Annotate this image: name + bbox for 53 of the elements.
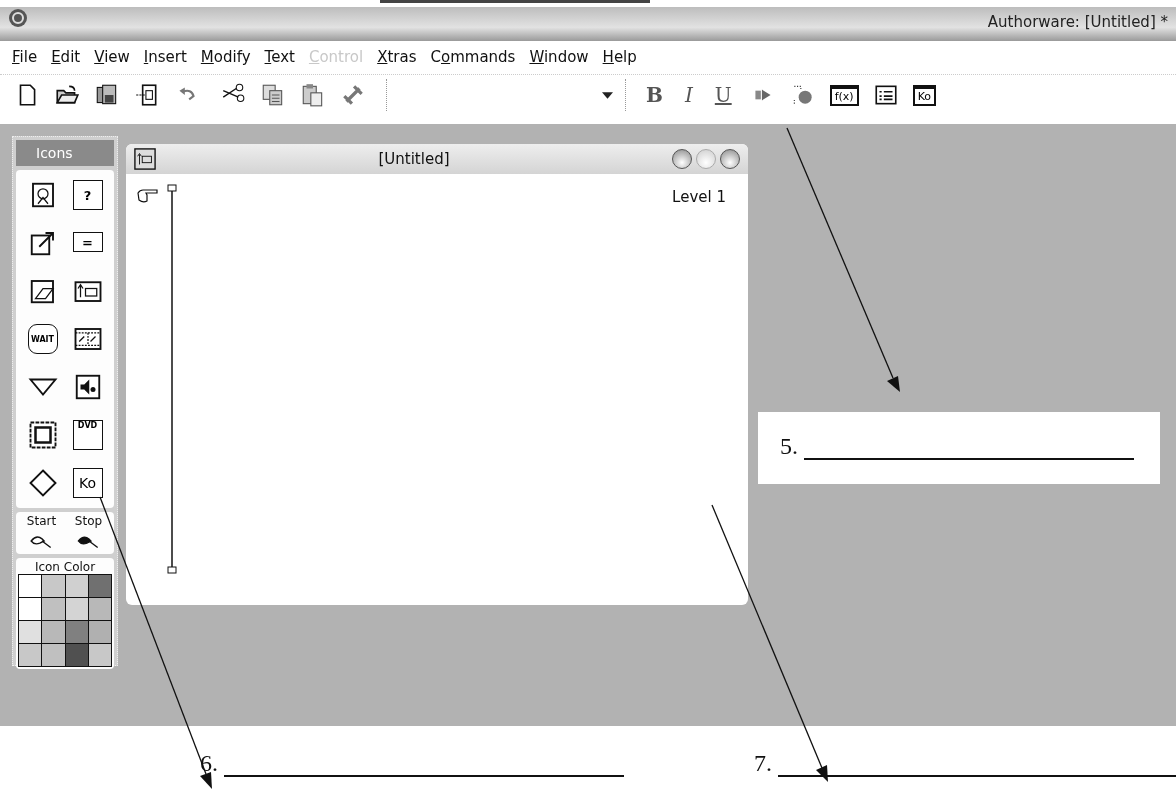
palette-title: Icons (16, 140, 114, 166)
menu-item[interactable]: Insert (143, 48, 187, 74)
menu-item[interactable]: View (94, 48, 130, 74)
color-swatch[interactable] (42, 621, 65, 643)
color-swatch[interactable] (19, 644, 42, 666)
window-button[interactable] (720, 149, 740, 169)
window-button[interactable] (672, 149, 692, 169)
underline-button[interactable]: U (710, 83, 736, 107)
menu-item[interactable]: File (12, 48, 38, 74)
app-logo-icon (8, 8, 28, 28)
color-swatch[interactable] (42, 598, 65, 620)
color-swatch[interactable] (65, 575, 88, 597)
color-swatch[interactable] (88, 598, 111, 620)
menu-item[interactable]: Window (529, 48, 589, 74)
hand-pointer-icon (136, 188, 160, 204)
question-number: 7. (754, 750, 772, 777)
color-swatch[interactable] (19, 598, 42, 620)
color-swatch[interactable] (88, 644, 111, 666)
menu-item[interactable]: Modify (200, 48, 251, 74)
color-swatch[interactable] (88, 575, 111, 597)
color-swatch[interactable] (19, 575, 42, 597)
icon-color-label: Icon Color (33, 560, 97, 574)
italic-button[interactable]: I (680, 83, 697, 107)
menu-item[interactable]: Commands (430, 48, 516, 74)
window-title: Authorware: [Untitled] * (987, 13, 1168, 31)
color-swatch[interactable] (19, 621, 42, 643)
calculation-icon[interactable]: = (72, 232, 103, 252)
level-label: Level 1 (672, 188, 726, 206)
question-number: 5. (780, 433, 798, 460)
color-swatch[interactable] (65, 598, 88, 620)
toolbar-button[interactable]: Ko (912, 84, 937, 106)
bold-button[interactable]: B (642, 83, 667, 107)
caret-icon (602, 91, 613, 99)
color-swatch[interactable] (88, 621, 111, 643)
toolbar-button[interactable]: f(x) (829, 84, 859, 106)
flag-label: Stop (74, 514, 103, 528)
map-icon (134, 148, 156, 170)
menu-item[interactable]: Xtras (377, 48, 417, 74)
interaction-icon[interactable]: ? (72, 180, 103, 210)
color-swatch[interactable] (65, 644, 88, 666)
flag-label: Start (26, 514, 57, 528)
framework-icon[interactable] (27, 420, 58, 450)
menu-item[interactable]: Edit (51, 48, 81, 74)
wait-icon[interactable]: WAIT (27, 324, 58, 354)
color-swatch[interactable] (42, 644, 65, 666)
menu-item[interactable]: Text (264, 48, 295, 74)
color-swatch[interactable] (65, 621, 88, 643)
knowledge-object-icon[interactable]: Ko (72, 468, 103, 498)
color-swatch[interactable] (42, 575, 65, 597)
diamond-icon[interactable] (27, 468, 58, 498)
menu-item[interactable]: Help (602, 48, 637, 74)
dvd-icon[interactable]: DVD (72, 420, 103, 450)
window-title: [Untitled] (377, 150, 451, 168)
